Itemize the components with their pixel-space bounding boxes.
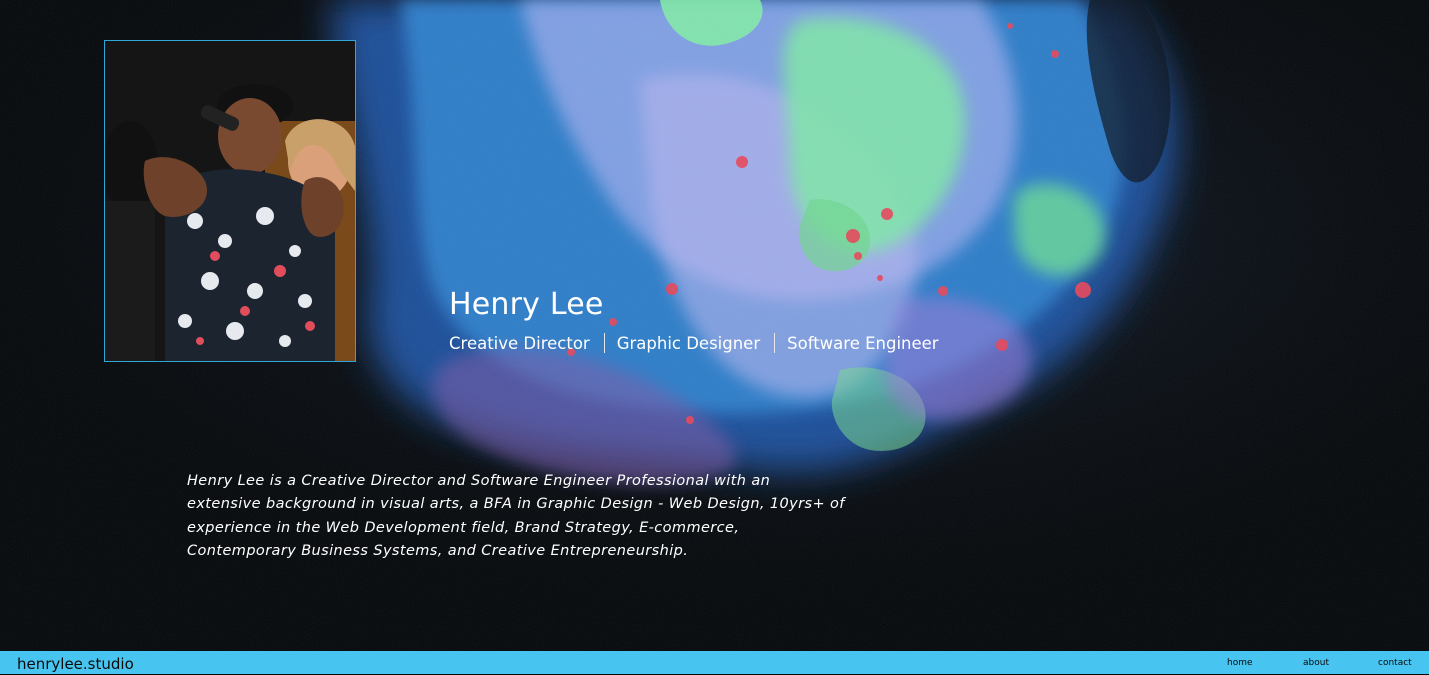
portrait-photo — [104, 40, 356, 362]
nav-home-link[interactable]: home — [1227, 657, 1253, 669]
role-divider — [774, 333, 776, 353]
role-creative-director: Creative Director — [449, 333, 590, 353]
brand-logo-link[interactable]: henrylee.studio — [17, 653, 134, 675]
roles-line: Creative Director Graphic Designer Softw… — [449, 331, 939, 355]
role-graphic-designer: Graphic Designer — [616, 333, 761, 353]
footer-bar: henrylee.studio home about contact — [0, 651, 1429, 674]
hero-name: Henry Lee — [449, 287, 604, 322]
role-divider — [603, 333, 605, 353]
bio-paragraph: Henry Lee is a Creative Director and Sof… — [187, 473, 845, 560]
nav-about-link[interactable]: about — [1303, 657, 1329, 669]
hero-section: Henry Lee Creative Director Graphic Desi… — [0, 0, 1429, 651]
role-software-engineer: Software Engineer — [787, 333, 939, 353]
nav-contact-link[interactable]: contact — [1378, 657, 1412, 669]
